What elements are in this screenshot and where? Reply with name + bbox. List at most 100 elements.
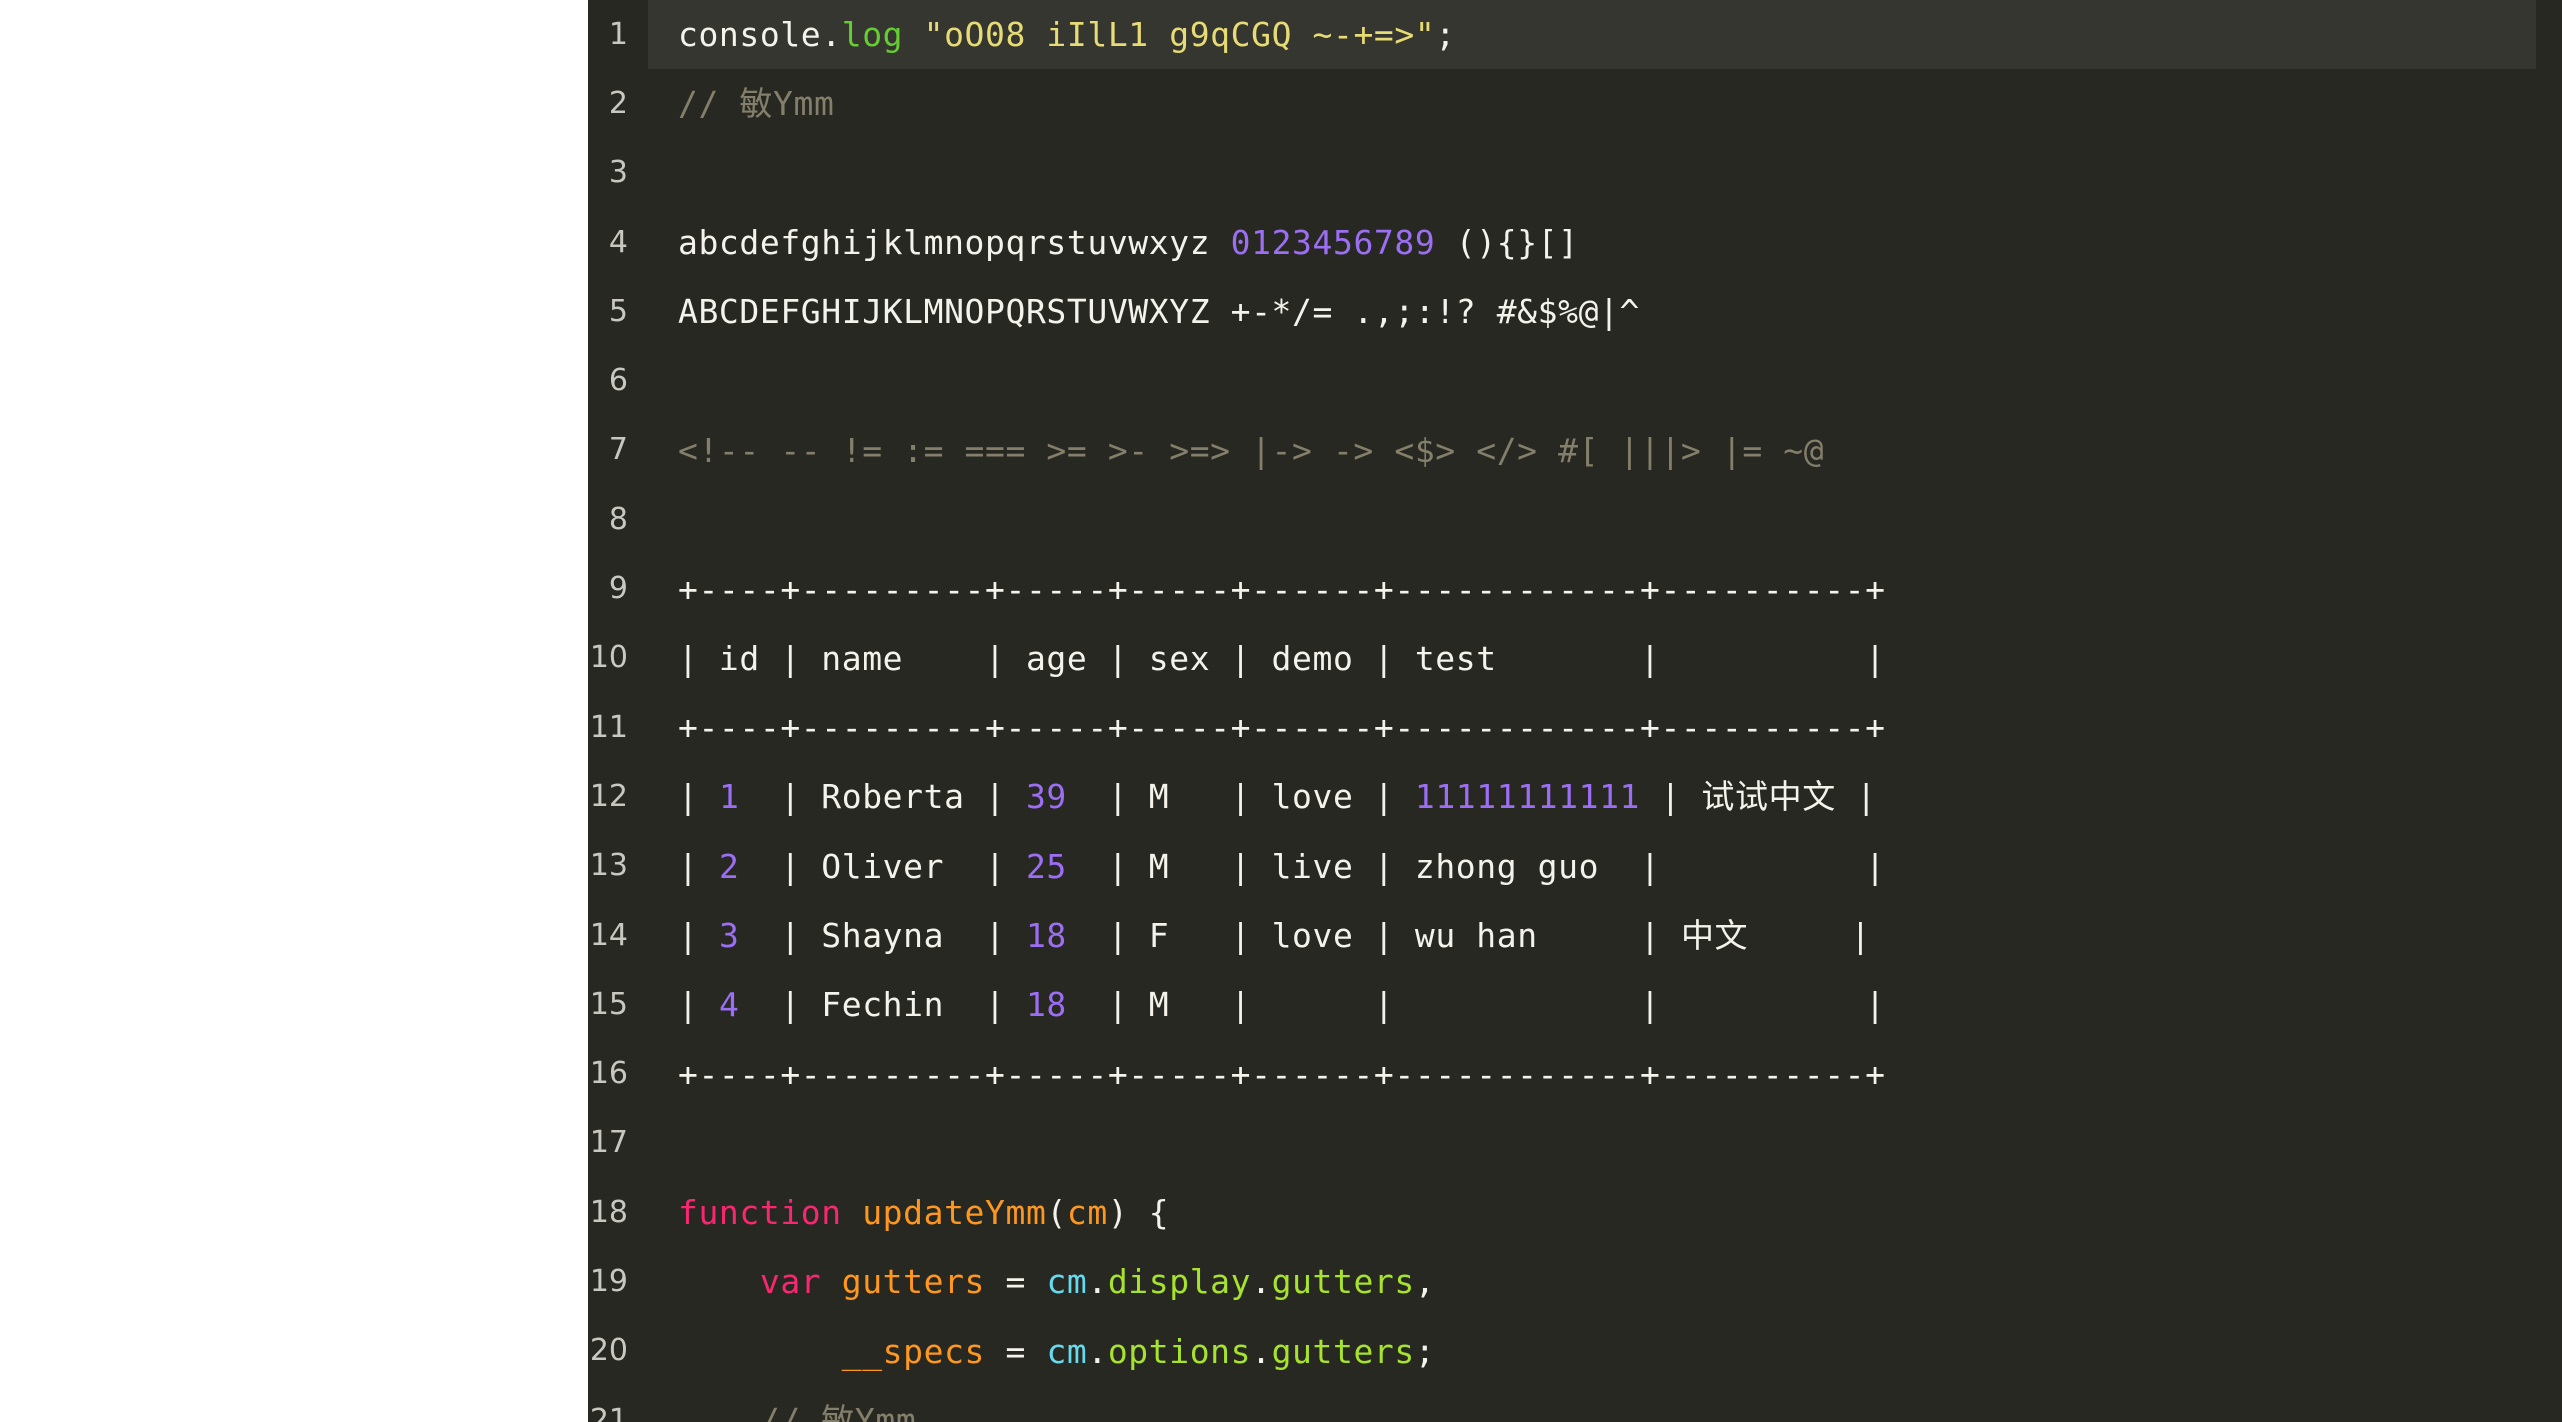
code-line[interactable]: 3 [588, 139, 2562, 208]
code-token-builtin: cm [1046, 1331, 1088, 1371]
code-token-plain: = [985, 1262, 1047, 1302]
code-token-function: updateYmm [862, 1193, 1047, 1233]
line-content[interactable] [648, 365, 698, 398]
code-token-plain: +----+---------+-----+-----+------+-----… [678, 1054, 1886, 1094]
code-line[interactable]: 20 __specs = cm.options.gutters; [588, 1317, 2562, 1386]
line-number: 1 [608, 16, 628, 52]
code-token-plain: . [1087, 1262, 1108, 1302]
code-token-plain: . [1087, 1331, 1108, 1371]
line-number: 21 [589, 1402, 628, 1422]
line-number: 15 [589, 986, 628, 1022]
code-lines-container[interactable]: 1 console.log "oO08 iIlL1 g9qCGQ ~-+=>"; 2… [588, 0, 2562, 1422]
line-number: 7 [608, 432, 628, 468]
code-line[interactable]: 16 +----+---------+-----+-----+------+---… [588, 1039, 2562, 1108]
code-token-plain: (){}[] [1435, 223, 1579, 263]
line-content[interactable]: | 1 | Roberta | 39 | M | love | 11111111… [648, 780, 1877, 813]
code-token-plain: | F | love | wu han | [1066, 916, 1681, 955]
line-content[interactable]: +----+---------+-----+-----+------+-----… [648, 1058, 1886, 1091]
line-content[interactable]: | id | name | age | sex | demo | test | … [648, 642, 1886, 675]
code-token-keyword: function [678, 1193, 842, 1233]
code-line[interactable]: 19 var gutters = cm.display.gutters, [588, 1247, 2562, 1316]
line-content[interactable]: +----+---------+-----+-----+------+-----… [648, 711, 1886, 744]
code-line[interactable]: 17 [588, 1109, 2562, 1178]
code-line[interactable]: 2 // 敏Ymm [588, 69, 2562, 138]
code-token-plain: . [1251, 1331, 1272, 1371]
code-token-property: gutters [1271, 1331, 1415, 1371]
line-number: 17 [589, 1125, 628, 1161]
code-token-plain: | [678, 916, 719, 955]
code-token-comment: // [678, 84, 740, 124]
code-line[interactable]: 5 ABCDEFGHIJKLMNOPQRSTUVWXYZ +-*/= .,;:!?… [588, 277, 2562, 346]
line-content[interactable] [648, 503, 698, 536]
code-token-number: 0123456789 [1230, 223, 1436, 263]
code-token-cjk: 中文 [1680, 916, 1749, 955]
line-content[interactable]: | 2 | Oliver | 25 | M | live | zhong guo… [648, 850, 1886, 883]
code-line[interactable]: 4 abcdefghijklmnopqrstuvwxyz 0123456789 (… [588, 208, 2562, 277]
code-token-property: options [1107, 1331, 1252, 1371]
code-token-number: 3 [718, 916, 740, 955]
line-content[interactable]: ABCDEFGHIJKLMNOPQRSTUVWXYZ +-*/= .,;:!? … [648, 295, 1640, 328]
code-token-number: 25 [1025, 846, 1067, 886]
line-content[interactable]: __specs = cm.options.gutters; [648, 1335, 1435, 1368]
line-number: 8 [608, 501, 628, 537]
code-line[interactable]: 6 [588, 346, 2562, 415]
code-line[interactable]: 15 | 4 | Fechin | 18 | M | | | | [588, 970, 2562, 1039]
code-line[interactable]: 10 | id | name | age | sex | demo | test … [588, 624, 2562, 693]
line-content[interactable]: console.log "oO08 iIlL1 g9qCGQ ~-+=>"; [648, 18, 1456, 51]
line-content[interactable]: abcdefghijklmnopqrstuvwxyz 0123456789 ()… [648, 226, 1579, 259]
line-content[interactable]: +----+---------+-----+-----+------+-----… [648, 573, 1886, 606]
code-token-plain: | M | | | | [1066, 985, 1886, 1025]
line-number: 4 [608, 224, 628, 260]
line-number: 3 [608, 155, 628, 191]
line-content[interactable]: | 4 | Fechin | 18 | M | | | | [648, 988, 1886, 1021]
code-token-plain: +----+---------+-----+-----+------+-----… [678, 708, 1886, 748]
line-content[interactable] [648, 157, 698, 190]
line-content[interactable]: var gutters = cm.display.gutters, [648, 1265, 1435, 1298]
code-token-number: 4 [718, 985, 740, 1025]
code-line[interactable]: 7 <!-- -- != := === >= >- >=> |-> -> <$> … [588, 416, 2562, 485]
code-token-plain: ABCDEFGHIJKLMNOPQRSTUVWXYZ +-*/= .,;:!? … [678, 292, 1640, 332]
code-token-comment-cjk: 敏 [821, 1401, 855, 1422]
line-content[interactable]: | 3 | Shayna | 18 | F | love | wu han | … [648, 919, 1871, 952]
code-token-method: log [841, 15, 904, 55]
code-token-plain: ; [1435, 15, 1456, 55]
line-content[interactable] [648, 1127, 698, 1160]
code-line[interactable]: 18 function updateYmm(cm) { [588, 1178, 2562, 1247]
code-token-plain: | [678, 777, 719, 817]
code-line[interactable]: 12 | 1 | Roberta | 39 | M | love | 111111… [588, 762, 2562, 831]
line-number: 19 [589, 1263, 628, 1299]
code-line[interactable]: 11 +----+---------+-----+-----+------+---… [588, 693, 2562, 762]
code-token-plain: = [985, 1331, 1047, 1371]
code-token-cjk: 试试中文 [1701, 777, 1836, 817]
code-token-plain: , [1414, 1262, 1436, 1302]
line-number: 14 [589, 917, 628, 953]
line-number: 11 [589, 709, 628, 745]
line-number: 5 [608, 293, 628, 329]
code-editor[interactable]: 1 console.log "oO08 iIlL1 g9qCGQ ~-+=>"; 2… [588, 0, 2562, 1422]
line-number: 20 [589, 1333, 628, 1369]
code-token-plain: | Roberta | [739, 777, 1026, 817]
code-token-plain: | [1640, 777, 1702, 817]
line-content[interactable]: function updateYmm(cm) { [648, 1196, 1169, 1229]
code-token-comment: Ymm [773, 84, 835, 124]
code-line[interactable]: 21 // 敏Ymm [588, 1386, 2562, 1422]
code-token-number: 39 [1025, 777, 1067, 817]
code-token-plain: . [1251, 1262, 1272, 1302]
code-token-plain: | id | name | age | sex | demo | test | … [678, 638, 1886, 678]
line-content[interactable]: // 敏Ymm [648, 1404, 916, 1422]
line-content[interactable]: // 敏Ymm [648, 87, 834, 120]
code-token-builtin: cm [1046, 1262, 1088, 1302]
code-token-number: 11111111111 [1414, 777, 1641, 817]
code-token-plain: | [678, 985, 719, 1025]
code-line[interactable]: 9 +----+---------+-----+-----+------+----… [588, 554, 2562, 623]
code-line[interactable]: 1 console.log "oO08 iIlL1 g9qCGQ ~-+=>"; [588, 0, 2562, 70]
code-line[interactable]: 13 | 2 | Oliver | 25 | M | live | zhong g… [588, 832, 2562, 901]
code-token-number: 18 [1025, 916, 1067, 955]
code-token-comment-cjk: 敏 [739, 84, 774, 124]
code-token-number: 18 [1025, 985, 1067, 1025]
code-line[interactable]: 8 [588, 485, 2562, 554]
code-token-comment: <!-- -- != := === >= >- >=> |-> -> <$> <… [678, 430, 1825, 470]
line-content[interactable]: <!-- -- != := === >= >- >=> |-> -> <$> <… [648, 434, 1824, 467]
code-token-plain: | [678, 846, 719, 886]
code-line[interactable]: 14 | 3 | Shayna | 18 | F | love | wu han … [588, 901, 2562, 970]
